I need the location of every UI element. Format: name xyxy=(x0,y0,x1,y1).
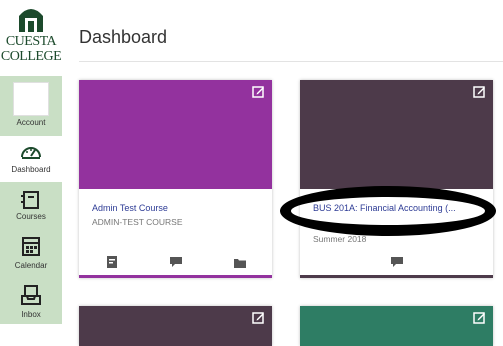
card-course-code: ADMIN-TEST COURSE xyxy=(92,217,183,227)
discussions-icon[interactable] xyxy=(170,256,182,268)
edit-icon[interactable] xyxy=(252,311,265,324)
edit-icon[interactable] xyxy=(473,85,486,98)
college-logo[interactable]: CUESTA COLLEGE xyxy=(0,0,62,72)
course-card-admin-test[interactable]: Admin Test Course ADMIN-TEST COURSE xyxy=(79,80,272,278)
course-card[interactable] xyxy=(79,306,272,346)
courses-icon[interactable] xyxy=(19,190,43,210)
nav-inbox-label[interactable]: Inbox xyxy=(0,310,62,319)
course-card[interactable] xyxy=(300,306,493,346)
page-title: Dashboard xyxy=(79,27,168,47)
inbox-icon[interactable] xyxy=(19,285,43,305)
card-color-bar xyxy=(300,275,493,278)
nav-dashboard-label[interactable]: Dashboard xyxy=(0,165,62,174)
dashboard-icon[interactable] xyxy=(19,141,43,161)
grades-icon[interactable] xyxy=(106,256,118,268)
global-nav: CUESTA COLLEGE Account Dashboard Courses… xyxy=(0,0,62,324)
discussions-icon[interactable] xyxy=(391,256,403,268)
edit-icon[interactable] xyxy=(473,311,486,324)
nav-account-label[interactable]: Account xyxy=(0,118,62,127)
header-divider xyxy=(79,61,503,62)
account-avatar[interactable] xyxy=(13,82,49,116)
card-title[interactable]: Admin Test Course xyxy=(92,203,168,213)
files-icon[interactable] xyxy=(234,257,246,269)
logo-text-line2: COLLEGE xyxy=(0,49,62,64)
card-hero[interactable] xyxy=(79,80,272,189)
card-hero[interactable] xyxy=(79,306,272,346)
card-title[interactable]: BUS 201A: Financial Accounting (... xyxy=(313,203,456,213)
nav-courses-label[interactable]: Courses xyxy=(0,212,62,221)
edit-icon[interactable] xyxy=(252,85,265,98)
course-card-bus201a[interactable]: BUS 201A: Financial Accounting (... Summ… xyxy=(300,80,493,278)
card-hero[interactable] xyxy=(300,80,493,189)
card-color-bar xyxy=(79,275,272,278)
calendar-icon[interactable] xyxy=(19,236,43,256)
logo-icon xyxy=(19,9,43,32)
nav-calendar-label[interactable]: Calendar xyxy=(0,261,62,270)
card-hero[interactable] xyxy=(300,306,493,346)
card-term: Summer 2018 xyxy=(313,234,367,244)
logo-text-line1: CUESTA xyxy=(5,34,57,49)
